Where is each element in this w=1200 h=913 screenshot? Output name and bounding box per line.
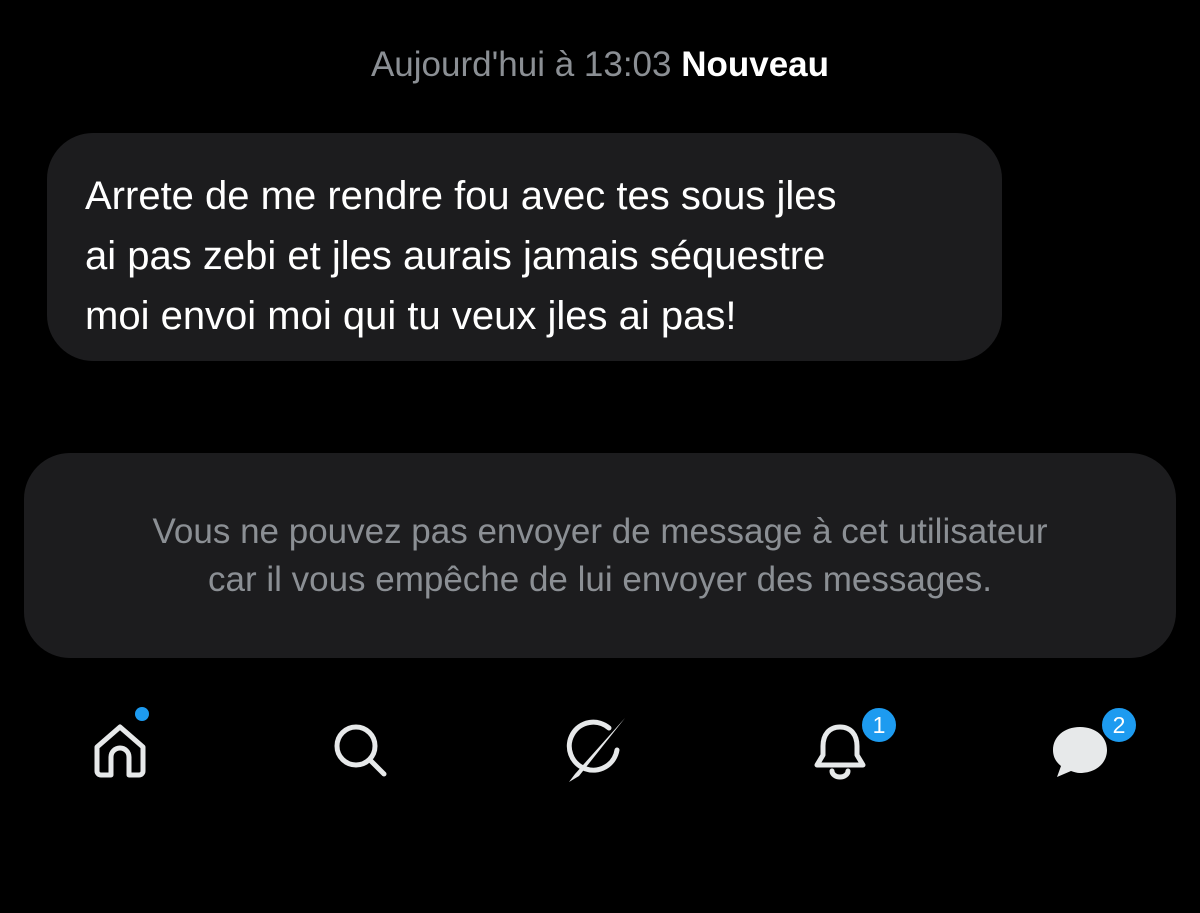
notifications-count-badge: 1 — [859, 705, 899, 745]
nav-notifications-tab[interactable]: 1 — [795, 700, 899, 800]
search-icon — [334, 724, 387, 777]
timestamp-row: Aujourd'hui à 13:03 Nouveau — [0, 44, 1200, 86]
messages-count-badge: 2 — [1099, 705, 1139, 745]
nav-messages-tab[interactable]: 2 — [1035, 700, 1139, 800]
nav-grok-tab[interactable] — [550, 700, 640, 800]
nav-home-tab[interactable] — [75, 700, 165, 800]
blocked-notice: Vous ne pouvez pas envoyer de message à … — [24, 453, 1176, 658]
message-timestamp: Aujourd'hui à 13:03 — [370, 45, 672, 84]
received-message-bubble[interactable]: Arrete de me rendre fou avec tes sous jl… — [47, 133, 1002, 361]
home-icon — [94, 724, 146, 778]
grok-icon — [566, 718, 625, 782]
new-messages-label: Nouveau — [681, 45, 830, 84]
message-text: Arrete de me rendre fou avec tes sous jl… — [85, 174, 837, 338]
blocked-notice-text: Vous ne pouvez pas envoyer de message à … — [152, 511, 1048, 599]
unread-dot-indicator — [135, 707, 149, 721]
nav-search-tab[interactable] — [315, 700, 405, 800]
bottom-navigation-bar: 1 2 — [0, 700, 1200, 800]
